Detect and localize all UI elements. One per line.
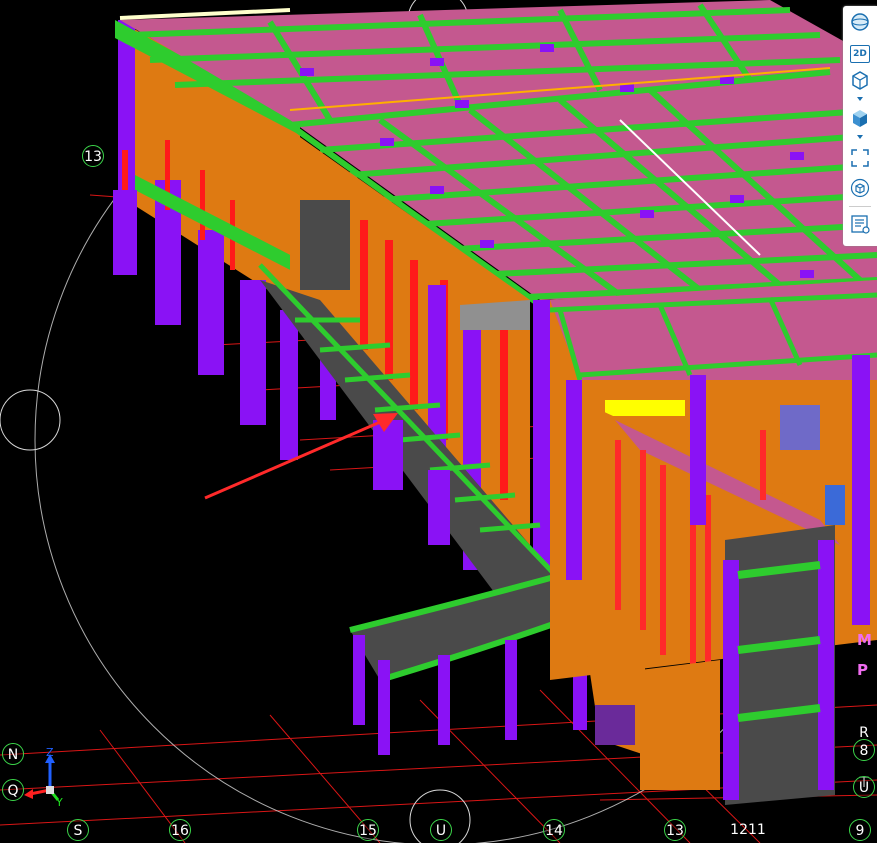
- fit-frame-icon: [851, 149, 869, 167]
- sphere-icon: [851, 13, 869, 31]
- grid-label-15: 15: [357, 819, 379, 841]
- 2d-view-icon: 2D: [850, 45, 870, 63]
- annotation-arrow: [204, 413, 398, 500]
- grid-label-u-bottom: U: [430, 819, 452, 841]
- grid-label-16: 16: [169, 819, 191, 841]
- properties-button[interactable]: [847, 212, 873, 236]
- axis-triad: Z Y: [18, 746, 78, 816]
- chevron-down-icon[interactable]: [855, 133, 865, 141]
- grid-label-13-left: 13: [82, 145, 104, 167]
- grid-label-14: 14: [543, 819, 565, 841]
- grid-label-8: 8: [853, 739, 875, 761]
- view-toolbar: 2D: [843, 6, 877, 246]
- 2d-view-button[interactable]: 2D: [847, 42, 873, 66]
- chevron-down-icon[interactable]: [855, 95, 865, 103]
- cube-target-icon: [850, 178, 870, 198]
- properties-panel-icon: [851, 215, 870, 234]
- isolate-button[interactable]: [847, 176, 873, 200]
- grid-label-12-11: 1211: [730, 822, 766, 838]
- grid-label-s: S: [67, 819, 89, 841]
- view-cube-button[interactable]: [847, 68, 873, 92]
- toolbar-divider: [849, 206, 871, 207]
- orbit-button[interactable]: [847, 10, 873, 34]
- shaded-cube-button[interactable]: [847, 106, 873, 130]
- 3d-model-viewport[interactable]: [0, 0, 877, 843]
- grid-label-u-right: U: [853, 776, 875, 798]
- shaded-cube-icon: [853, 110, 867, 127]
- grid-label-9: 9: [849, 819, 871, 841]
- outline-cube-icon: [852, 71, 868, 90]
- grid-label-13-bottom: 13: [664, 819, 686, 841]
- nav-cube-face-p[interactable]: P: [857, 661, 868, 679]
- right-wing: [549, 280, 877, 805]
- triad-z-label: Z: [46, 746, 54, 759]
- triad-y-label: Y: [56, 796, 63, 809]
- nav-cube-face-m[interactable]: M: [857, 631, 872, 649]
- fit-view-button[interactable]: [847, 146, 873, 170]
